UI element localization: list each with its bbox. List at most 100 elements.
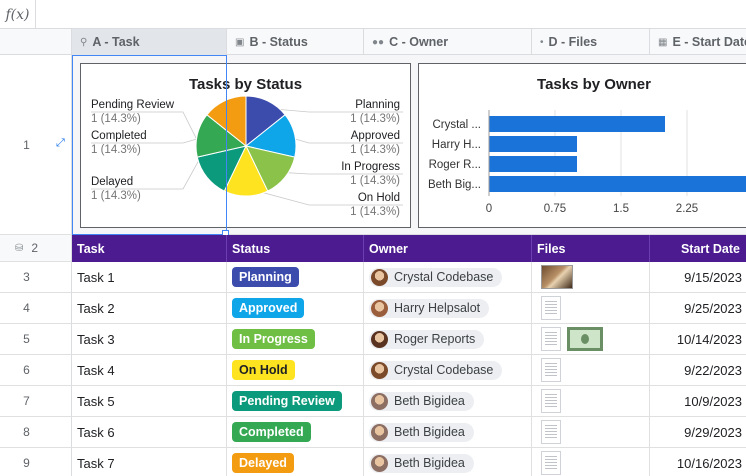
start-date: 9/29/2023 [684,424,742,440]
row-number[interactable]: 5 [0,324,53,355]
key-icon: ⚲ [80,36,88,48]
row-number[interactable]: 4 [0,293,53,324]
owner-name: Harry Helpsalot [394,301,481,315]
owner-name: Beth Bigidea [394,425,465,439]
file-thumbnail[interactable] [541,451,561,475]
owner-cell[interactable]: Crystal Codebase [364,355,532,386]
pie-label-value: 1 (14.3%) [350,144,400,156]
owner-bar-chart[interactable]: Tasks by Owner 0 0.75 1.5 2.25 Crystal ... Ha… [418,63,746,228]
owner-chip: Roger Reports [369,329,485,349]
status-badge: Completed [232,422,311,442]
row-number[interactable]: 6 [0,355,53,386]
start-date: 10/14/2023 [676,331,742,347]
task-name: Task 1 [77,269,115,285]
avatar [371,454,388,472]
owner-cell[interactable]: Beth Bigidea [364,386,532,417]
status-pie-chart[interactable]: Tasks by Status Planning 1 (14.3%) Approve… [80,63,411,228]
file-thumbnail[interactable] [541,389,561,413]
bar[interactable] [489,136,577,152]
file-thumbnail[interactable] [541,358,561,382]
status-cell[interactable]: Planning [227,262,364,293]
start-date-cell[interactable]: 9/29/2023 [650,417,746,448]
column-header-label: A - Task [92,35,140,49]
start-date-cell[interactable]: 10/14/2023 [650,324,746,355]
column-header-e[interactable]: ▦ E - Start Date [650,29,746,55]
start-date-cell[interactable]: 9/15/2023 [650,262,746,293]
pie-slice-label: Planning 1 (14.3%) [350,98,400,126]
status-cell[interactable]: On Hold [227,355,364,386]
owner-chip: Beth Bigidea [369,453,474,473]
start-date-cell[interactable]: 10/9/2023 [650,386,746,417]
row-number[interactable]: ⛁ 2 [0,235,53,262]
task-cell[interactable]: Task 3 [72,324,227,355]
files-cell[interactable] [532,355,650,386]
start-date-cell[interactable]: 9/22/2023 [650,355,746,386]
pie-label-value: 1 (14.3%) [350,175,400,187]
file-thumbnail[interactable] [541,420,561,444]
x-tick-label: 0 [486,203,492,215]
column-header-d[interactable]: • D - Files [532,29,650,55]
start-date: 9/25/2023 [684,300,742,316]
pie-label-value: 1 (14.3%) [350,113,400,125]
fx-icon[interactable]: f(x) [0,0,36,29]
header-task[interactable]: Task [72,235,227,262]
files-cell[interactable] [532,417,650,448]
owner-cell[interactable]: Beth Bigidea [364,448,532,476]
owner-cell[interactable]: Beth Bigidea [364,417,532,448]
files-cell[interactable] [532,448,650,476]
file-thumbnail[interactable] [541,327,561,351]
calendar-icon: ▦ [658,36,668,48]
header-owner[interactable]: Owner [364,235,532,262]
column-header-a[interactable]: ⚲ A - Task [72,29,227,55]
row-number[interactable]: 7 [0,386,53,417]
row-number[interactable]: 9 [0,448,53,476]
task-cell[interactable]: Task 6 [72,417,227,448]
file-thumbnail[interactable] [567,327,603,351]
task-cell[interactable]: Task 1 [72,262,227,293]
column-header-c[interactable]: ●● C - Owner [364,29,532,55]
files-cell[interactable] [532,262,650,293]
status-cell[interactable]: Pending Review [227,386,364,417]
avatar [371,423,388,441]
owner-cell[interactable]: Harry Helpsalot [364,293,532,324]
file-thumbnail[interactable] [541,296,561,320]
task-cell[interactable]: Task 5 [72,386,227,417]
header-files[interactable]: Files [532,235,650,262]
pie-slice-label: Approved 1 (14.3%) [350,129,400,157]
files-cell[interactable] [532,324,650,355]
avatar [371,361,388,379]
header-start-date[interactable]: Start Date [650,235,746,262]
status-cell[interactable]: Approved [227,293,364,324]
file-thumbnail[interactable] [541,265,573,289]
start-date-cell[interactable]: 10/16/2023 [650,448,746,476]
row-number[interactable]: 3 [0,262,53,293]
files-cell[interactable] [532,386,650,417]
row-number[interactable]: 1 [0,55,53,235]
start-date-cell[interactable]: 9/25/2023 [650,293,746,324]
status-cell[interactable]: In Progress [227,324,364,355]
row-number[interactable]: 8 [0,417,53,448]
status-cell[interactable]: Delayed [227,448,364,476]
pie-label-value: 1 (14.3%) [91,113,141,125]
task-cell[interactable]: Task 4 [72,355,227,386]
bar[interactable] [489,116,665,132]
task-name: Task 5 [77,393,115,409]
row-gutter [53,386,72,417]
expand-icon[interactable]: ⤢ [56,137,65,150]
task-cell[interactable]: Task 2 [72,293,227,324]
column-header-b[interactable]: ▣ B - Status [227,29,364,55]
bar[interactable] [489,176,746,192]
table-header-row: Task Status Owner Files Start Date [72,235,746,262]
files-cell[interactable] [532,293,650,324]
bar[interactable] [489,156,577,172]
dropdown-icon: ▣ [235,36,245,48]
status-cell[interactable]: Completed [227,417,364,448]
pie-slice-label: Pending Review 1 (14.3%) [91,98,174,126]
pie-label-name: Delayed [91,176,134,188]
owner-cell[interactable]: Roger Reports [364,324,532,355]
paperclip-icon: • [540,36,544,48]
header-status[interactable]: Status [227,235,364,262]
owner-name: Beth Bigidea [394,394,465,408]
owner-cell[interactable]: Crystal Codebase [364,262,532,293]
task-cell[interactable]: Task 7 [72,448,227,476]
